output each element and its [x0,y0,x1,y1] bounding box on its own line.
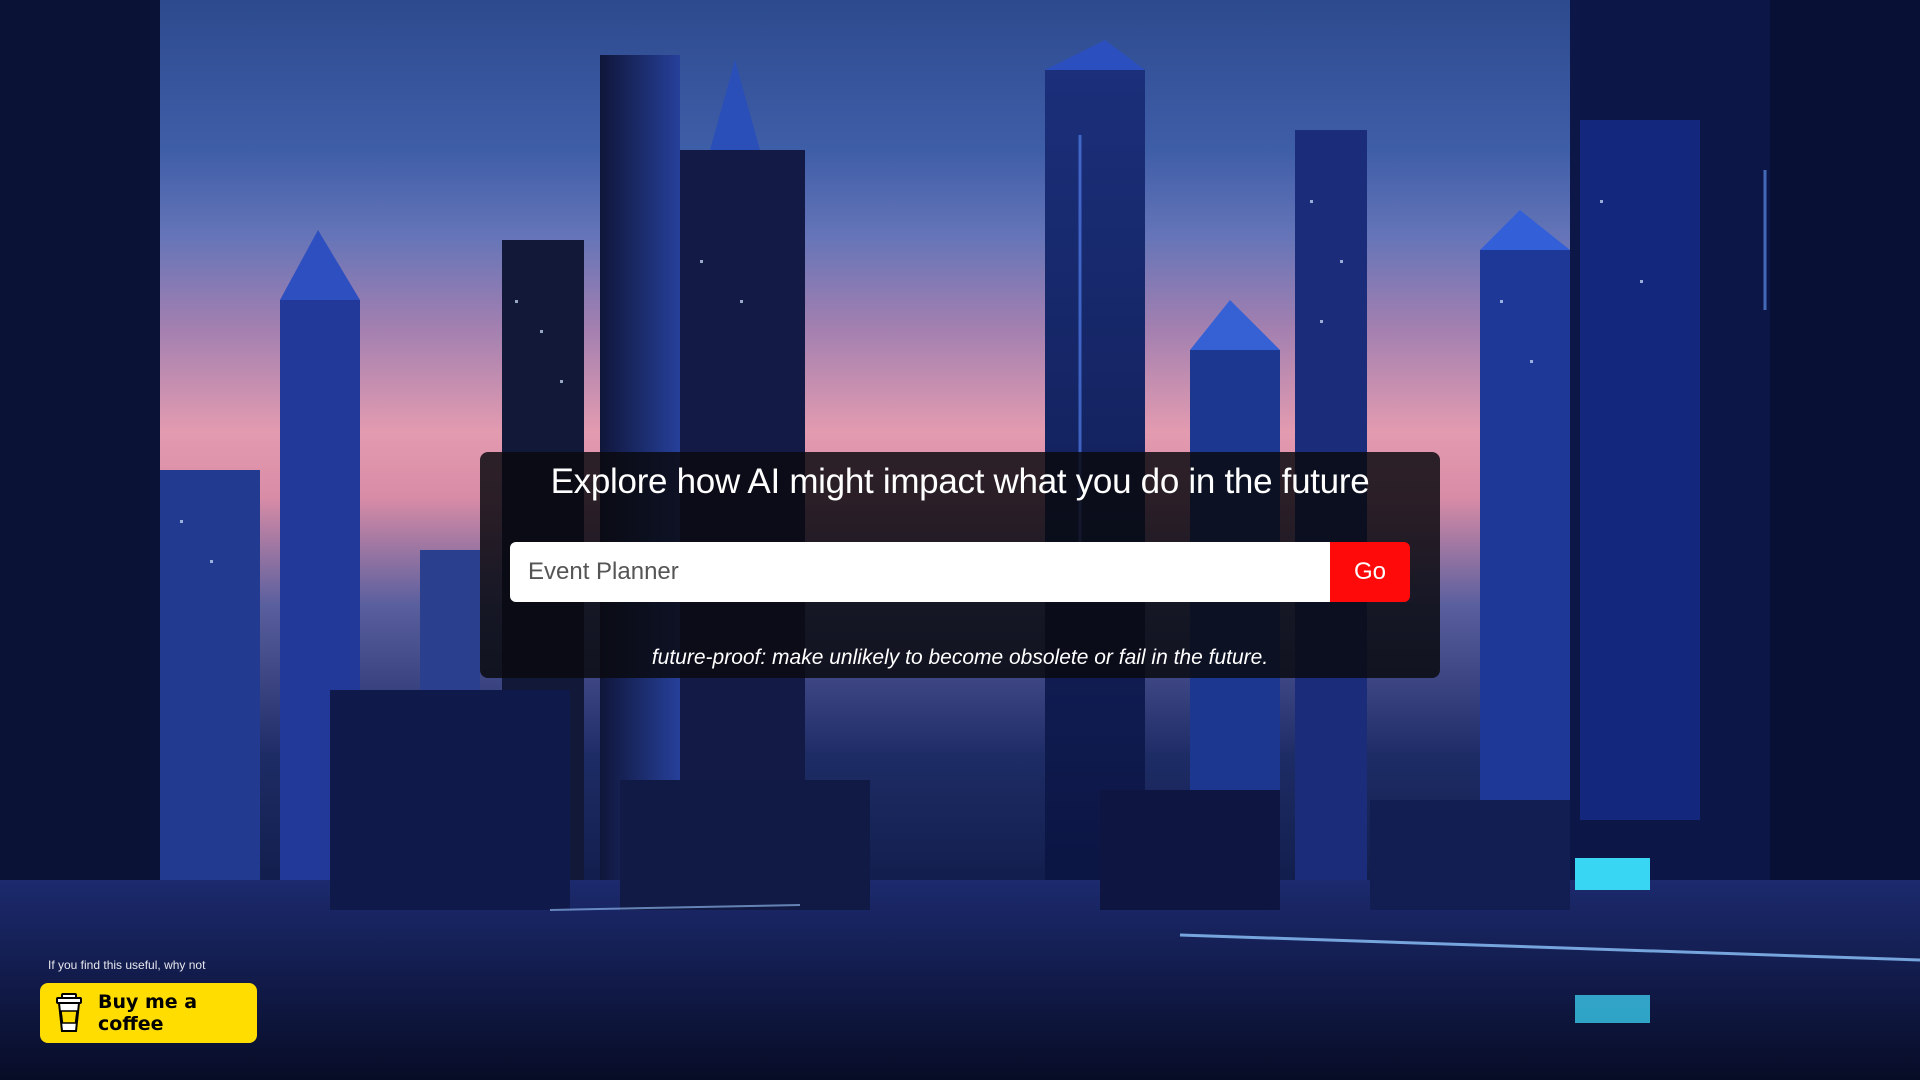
support-note: If you find this useful, why not [48,958,206,972]
go-button[interactable]: Go [1330,542,1410,602]
search-form: Go [510,542,1410,602]
occupation-search-input[interactable] [510,542,1330,602]
page-title: Explore how AI might impact what you do … [550,462,1370,501]
future-proof-definition: future-proof: make unlikely to become ob… [651,646,1269,669]
search-panel: Explore how AI might impact what you do … [480,452,1440,678]
buy-me-a-coffee-button[interactable]: Buy me a coffee [40,983,257,1043]
coffee-cup-icon [54,993,84,1033]
buy-me-a-coffee-label: Buy me a coffee [98,991,198,1035]
